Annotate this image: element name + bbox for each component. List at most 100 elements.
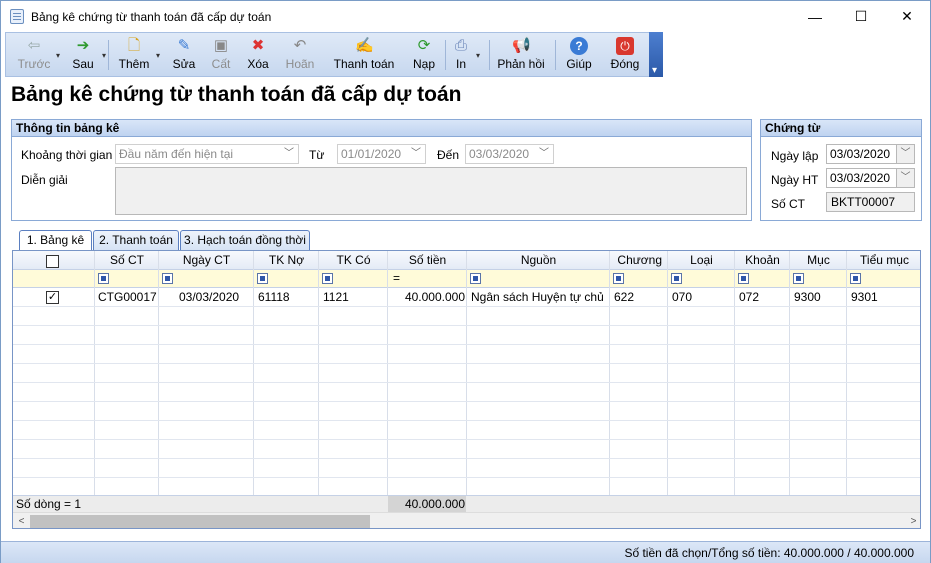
toolbar: ⇦ Trước ▾ ➔ Sau ▾ 🗋 Thêm ▾ ✎ Sửa ▣ Cất ✖… [5,32,663,77]
voucher-number-label: Số CT [771,197,806,211]
scroll-left-icon[interactable]: < [13,513,30,528]
col-header-chuong[interactable]: Chương [610,252,668,269]
toolbar-separator [555,40,556,70]
page-title: Bảng kê chứng từ thanh toán đã cấp dự to… [11,83,462,106]
cell-tk-no: 61118 [258,290,290,304]
delete-button[interactable]: ✖ Xóa [244,35,272,75]
row-divider [13,344,920,345]
edit-button[interactable]: ✎ Sửa [170,35,198,75]
cell-loai: 070 [672,290,693,304]
col-header-muc[interactable]: Mục [790,252,847,269]
scroll-thumb[interactable] [30,515,370,528]
row-divider [13,306,920,307]
toolbar-separator [489,40,490,70]
filter-icon[interactable] [793,273,804,284]
row-divider [13,458,920,459]
edit-icon: ✎ [177,37,191,54]
voucher-grid: Số CT Ngày CT TK Nợ TK Có Số tiền Nguồn … [12,250,921,529]
app-icon [10,9,24,24]
chevron-down-icon: ﹀ [896,145,914,163]
cell-tieu-muc: 9301 [851,290,878,304]
pay-button[interactable]: ✍ Thanh toán [333,35,395,75]
row-divider [13,401,920,402]
undo-button[interactable]: ↶ Hoãn [283,35,317,75]
chevron-down-icon: ▾ [155,51,160,60]
col-header-so-tien[interactable]: Số tiền [388,252,467,269]
back-button[interactable]: ⇦ Trước ▾ [16,35,60,75]
filter-icon[interactable] [738,273,749,284]
date-created-label: Ngày lập [771,149,819,163]
col-header-so-ct[interactable]: Số CT [95,252,159,269]
close-button[interactable]: ⏻ Đóng [609,35,641,75]
row-divider [13,439,920,440]
scroll-right-icon[interactable]: > [905,513,920,528]
chevron-down-icon: ﹀ [539,148,549,159]
undo-icon: ↶ [293,37,307,54]
chevron-down-icon: ▾ [475,51,480,60]
tab-concurrent-posting[interactable]: 3. Hạch toán đồng thời [180,230,310,250]
period-select[interactable]: Đầu năm đến hiện tại ﹀ [115,144,299,164]
col-header-loai[interactable]: Loại [668,252,735,269]
cell-ngay-ct: 03/03/2020 [179,290,240,304]
delete-icon: ✖ [251,37,265,54]
col-header-nguon[interactable]: Nguồn [467,252,610,269]
megaphone-icon: 📢 [512,37,531,54]
date-created-picker[interactable]: 03/03/2020 ﹀ [826,144,915,164]
to-date-picker[interactable]: 03/03/2020 ﹀ [465,144,554,164]
col-header-khoan[interactable]: Khoản [735,252,790,269]
close-window-button[interactable]: ✕ [884,1,930,32]
load-button[interactable]: ⟳ Nạp [410,35,438,75]
grid-footer: Số dòng = 1 40.000.000 [13,495,920,512]
toolbar-options-button[interactable] [649,32,663,77]
col-header-ngay-ct[interactable]: Ngày CT [159,252,254,269]
filter-icon[interactable] [257,273,268,284]
chevron-down-icon: ﹀ [284,148,294,159]
next-button[interactable]: ➔ Sau ▾ [68,35,106,75]
add-button[interactable]: 🗋 Thêm ▾ [116,35,160,75]
posting-date-picker[interactable]: 03/03/2020 ﹀ [826,168,915,188]
filter-icon[interactable] [98,273,109,284]
voucher-number-input[interactable]: BKTT00007 [826,192,915,212]
col-header-tieu-muc[interactable]: Tiểu mục [847,252,920,269]
posting-date-label: Ngày HT [771,173,819,187]
filter-icon[interactable] [671,273,682,284]
col-header-tk-no[interactable]: TK Nợ [254,252,319,269]
save-button[interactable]: ▣ Cất [207,35,235,75]
select-all-checkbox[interactable] [46,255,59,268]
chevron-down-icon: ﹀ [411,148,421,159]
chevron-down-icon: ﹀ [896,169,914,187]
row-divider [13,363,920,364]
maximize-button[interactable]: ☐ [838,1,884,32]
arrow-right-icon: ➔ [76,37,90,54]
tab-listing[interactable]: 1. Bảng kê [19,230,92,251]
title-bar: Bảng kê chứng từ thanh toán đã cấp dự to… [1,1,930,32]
period-label: Khoảng thời gian [21,148,113,162]
filter-equals-icon[interactable]: = [393,270,400,287]
filter-icon[interactable] [850,273,861,284]
status-bar: Số tiền đã chọn/Tổng số tiền: 40.000.000… [1,541,930,563]
printer-icon: ⎙ [454,37,467,54]
table-row[interactable]: ✓ CTG00017 03/03/2020 61118 1121 40.000.… [13,288,920,306]
description-input[interactable] [115,167,747,215]
to-label: Đến [437,148,460,162]
horizontal-scrollbar[interactable]: < > [13,512,920,528]
filter-icon[interactable] [322,273,333,284]
col-header-tk-co[interactable]: TK Có [319,252,388,269]
voucher-panel-header: Chứng từ [761,120,921,137]
row-checkbox[interactable]: ✓ [46,291,59,304]
minimize-button[interactable]: — [792,1,838,32]
pen-icon: ✍ [355,37,374,54]
feedback-button[interactable]: 📢 Phản hồi [496,35,546,75]
from-date-picker[interactable]: 01/01/2020 ﹀ [337,144,426,164]
filter-icon[interactable] [470,273,481,284]
filter-icon[interactable] [613,273,624,284]
help-button[interactable]: ? Giúp [564,35,594,75]
filter-icon[interactable] [162,273,173,284]
row-divider [13,477,920,478]
main-window: Bảng kê chứng từ thanh toán đã cấp dự to… [0,0,931,563]
cell-nguon: Ngân sách Huyện tự chủ [471,290,604,304]
tab-payment[interactable]: 2. Thanh toán [93,230,179,250]
save-icon: ▣ [213,37,229,54]
cell-tk-co: 1121 [323,290,349,304]
print-button[interactable]: ⎙ In ▾ [450,35,480,75]
